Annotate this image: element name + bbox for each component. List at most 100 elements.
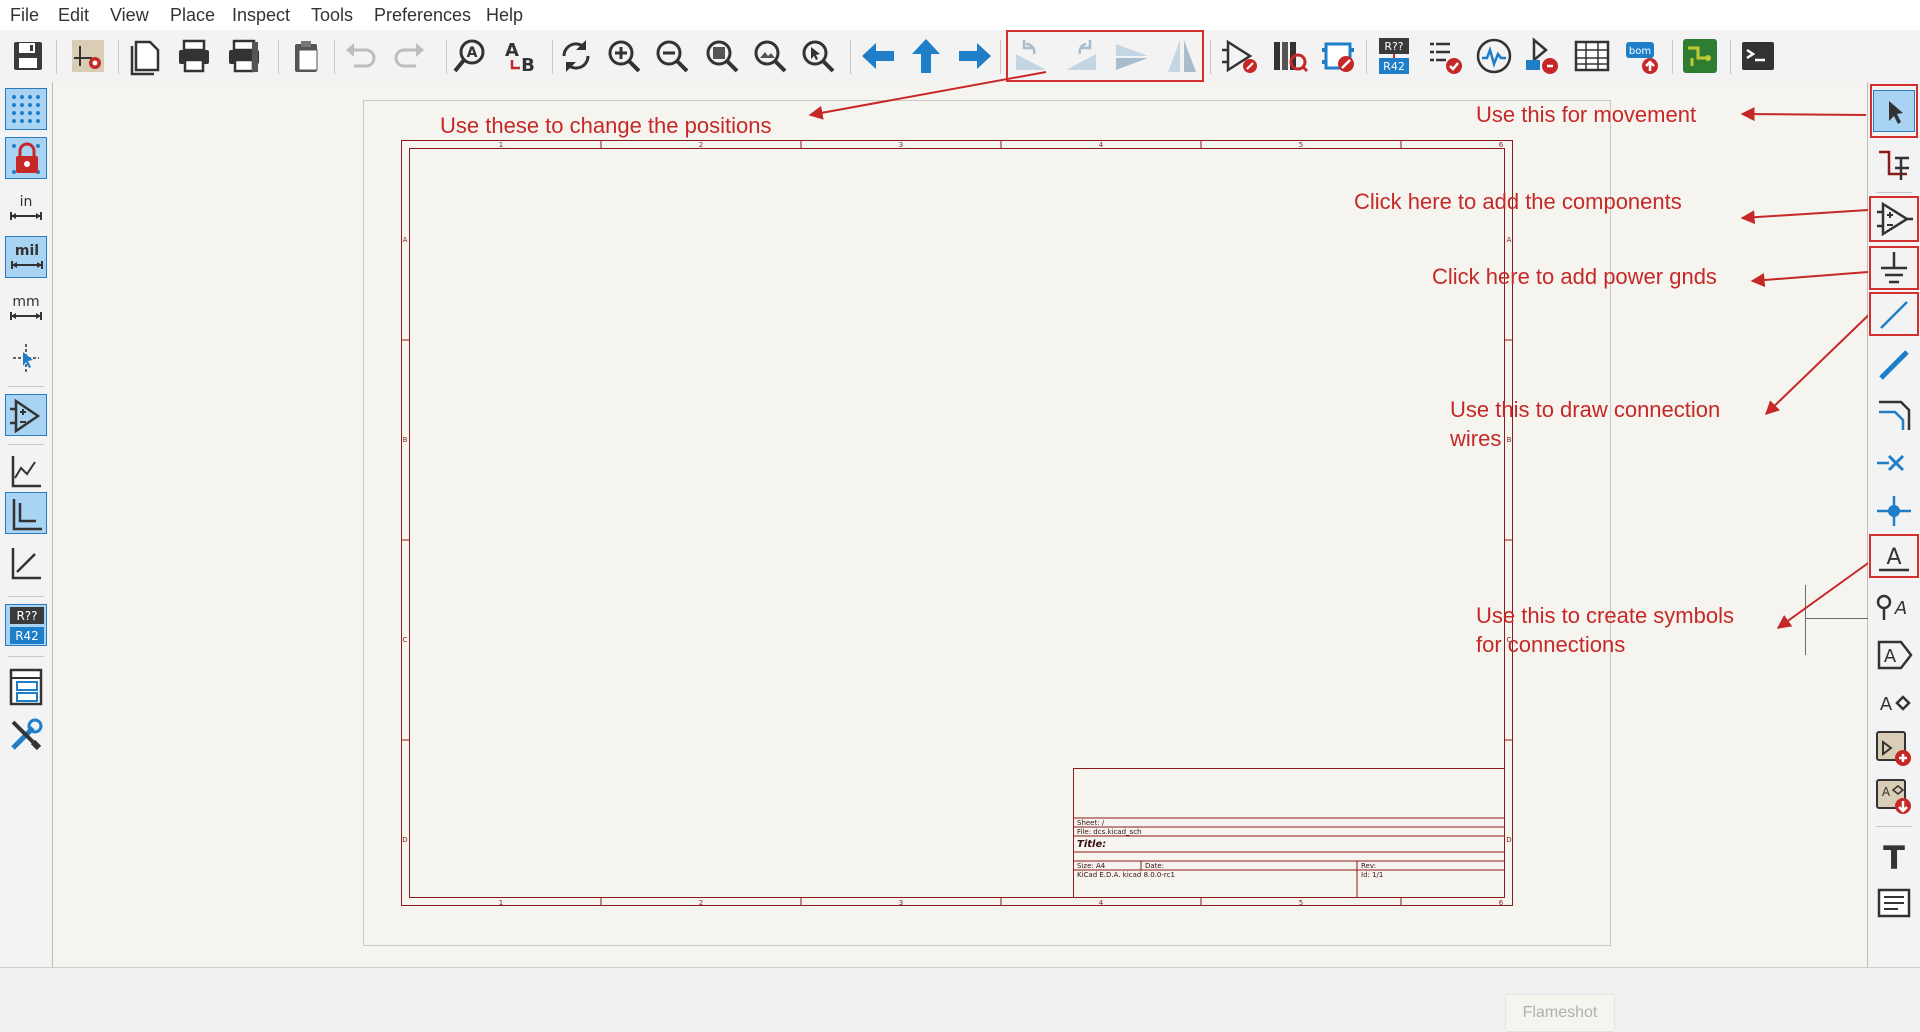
menu-edit[interactable]: Edit (58, 5, 89, 26)
add-textbox-icon[interactable] (1873, 882, 1915, 924)
highlight-net-icon[interactable] (1873, 142, 1915, 184)
column-label: 2 (699, 141, 703, 149)
grid-toggle-icon[interactable] (5, 88, 47, 130)
line-mode-free-icon[interactable] (5, 450, 47, 492)
status-bar (0, 967, 1920, 982)
footprint-assign-icon[interactable] (1318, 36, 1358, 76)
navigate-up-icon[interactable] (906, 36, 946, 76)
scripting-console-icon[interactable] (1738, 36, 1778, 76)
hierarchy-navigator-icon[interactable] (5, 666, 47, 708)
menu-place[interactable]: Place (170, 5, 215, 26)
column-label: 5 (1299, 141, 1303, 149)
simulator-icon[interactable] (1474, 36, 1514, 76)
toolbar-separator (334, 40, 335, 74)
column-label: 1 (499, 141, 503, 149)
paste-icon[interactable] (286, 36, 326, 76)
zoom-out-icon[interactable] (652, 36, 692, 76)
toolbar-separator (8, 444, 44, 445)
zoom-objects-icon[interactable] (750, 36, 790, 76)
new-page-icon[interactable] (126, 36, 166, 76)
toolbar-separator (552, 40, 553, 74)
svg-text:A: A (467, 45, 478, 61)
menu-inspect[interactable]: Inspect (232, 5, 290, 26)
no-connect-icon[interactable] (1873, 442, 1915, 484)
properties-tools-icon[interactable] (5, 714, 47, 756)
line-mode-45-icon[interactable] (5, 542, 47, 584)
zoom-in-icon[interactable] (604, 36, 644, 76)
symbol-library-icon[interactable] (1270, 36, 1310, 76)
erc-icon[interactable] (1424, 36, 1464, 76)
annotate-icon[interactable]: R?? R42 (1374, 36, 1414, 76)
add-hierarchical-label-icon[interactable]: A (1873, 682, 1915, 724)
annotation-power: Click here to add power gnds (1432, 264, 1717, 289)
annotation-wires-line1: Use this to draw connection (1450, 397, 1721, 422)
add-sheet-icon[interactable] (1873, 728, 1915, 770)
grid-lock-icon[interactable] (5, 137, 47, 179)
annotation-movement: Use this for movement (1476, 102, 1697, 127)
add-bus-entry-icon[interactable] (1873, 392, 1915, 434)
undo-icon[interactable] (340, 36, 380, 76)
toolbar-separator (1876, 826, 1912, 827)
column-label: 4 (1099, 899, 1104, 907)
annotation-symbols-line2: for connections (1476, 632, 1626, 657)
column-label: 1 (499, 899, 503, 907)
bus-alias-icon[interactable] (1522, 36, 1562, 76)
add-netclass-directive-icon[interactable]: A (1873, 586, 1915, 628)
menu-tools[interactable]: Tools (311, 5, 353, 26)
bom-export-icon[interactable]: bom (1622, 36, 1662, 76)
add-bus-icon[interactable] (1873, 344, 1915, 386)
cursor-crosshair-icon[interactable] (5, 338, 47, 380)
import-sheet-pin-icon[interactable]: A (1873, 776, 1915, 818)
menu-file[interactable]: File (10, 5, 39, 26)
add-wire-highlight-box (1869, 292, 1919, 336)
hidden-pins-icon[interactable] (5, 394, 47, 436)
column-label: 6 (1499, 899, 1504, 907)
add-junction-icon[interactable] (1873, 490, 1915, 532)
column-label: 4 (1099, 141, 1104, 149)
navigate-forward-icon[interactable] (955, 36, 995, 76)
flameshot-badge: Flameshot (1505, 994, 1615, 1032)
unit-mils-icon[interactable]: mil (5, 236, 47, 278)
select-tool-highlight-box (1870, 84, 1918, 138)
column-label: 3 (899, 141, 903, 149)
toolbar-separator (446, 40, 447, 74)
plot-icon[interactable] (224, 36, 264, 76)
toolbar-separator (118, 40, 119, 74)
annotation-positions: Use these to change the positions (440, 113, 772, 138)
title-block-rev: Rev: (1361, 862, 1376, 870)
add-global-label-icon[interactable]: A (1873, 634, 1915, 676)
find-replace-icon[interactable]: AB (500, 36, 540, 76)
title-block-title: Title: (1077, 839, 1106, 850)
row-label: A (1507, 236, 1512, 244)
redo-icon[interactable] (390, 36, 430, 76)
annotate-icon[interactable]: R?? R42 (5, 604, 47, 646)
symbol-editor-icon[interactable] (1220, 36, 1260, 76)
menu-preferences[interactable]: Preferences (374, 5, 471, 26)
find-icon[interactable]: A (450, 36, 490, 76)
column-label: 6 (1499, 141, 1504, 149)
toolbar-separator (278, 40, 279, 74)
svg-text:A: A (1894, 598, 1907, 619)
right-toolbar: A A A A A T (1868, 82, 1920, 972)
unit-mm-icon[interactable]: mm (5, 288, 47, 330)
title-block-sheet: Sheet: / (1077, 819, 1105, 827)
navigate-back-icon[interactable] (858, 36, 898, 76)
save-icon[interactable] (8, 36, 48, 76)
print-icon[interactable] (174, 36, 214, 76)
bom-table-icon[interactable] (1572, 36, 1612, 76)
menu-help[interactable]: Help (486, 5, 523, 26)
menu-view[interactable]: View (110, 5, 149, 26)
refresh-icon[interactable] (556, 36, 596, 76)
zoom-fit-icon[interactable] (702, 36, 742, 76)
row-label: D (402, 836, 407, 844)
line-mode-90-icon[interactable] (5, 492, 47, 534)
unit-inches-icon[interactable]: in (5, 188, 47, 230)
add-text-icon[interactable]: T (1873, 834, 1915, 876)
row-label: C (403, 636, 408, 644)
left-toolbar: in mil mm R?? R42 (0, 82, 52, 972)
board-setup-icon[interactable] (68, 36, 108, 76)
add-label-highlight-box (1869, 534, 1919, 578)
title-block-kicad: KiCad E.D.A. kicad 8.0.0-rc1 (1077, 871, 1175, 879)
zoom-tool-icon[interactable] (798, 36, 838, 76)
pcb-editor-icon[interactable] (1680, 36, 1720, 76)
